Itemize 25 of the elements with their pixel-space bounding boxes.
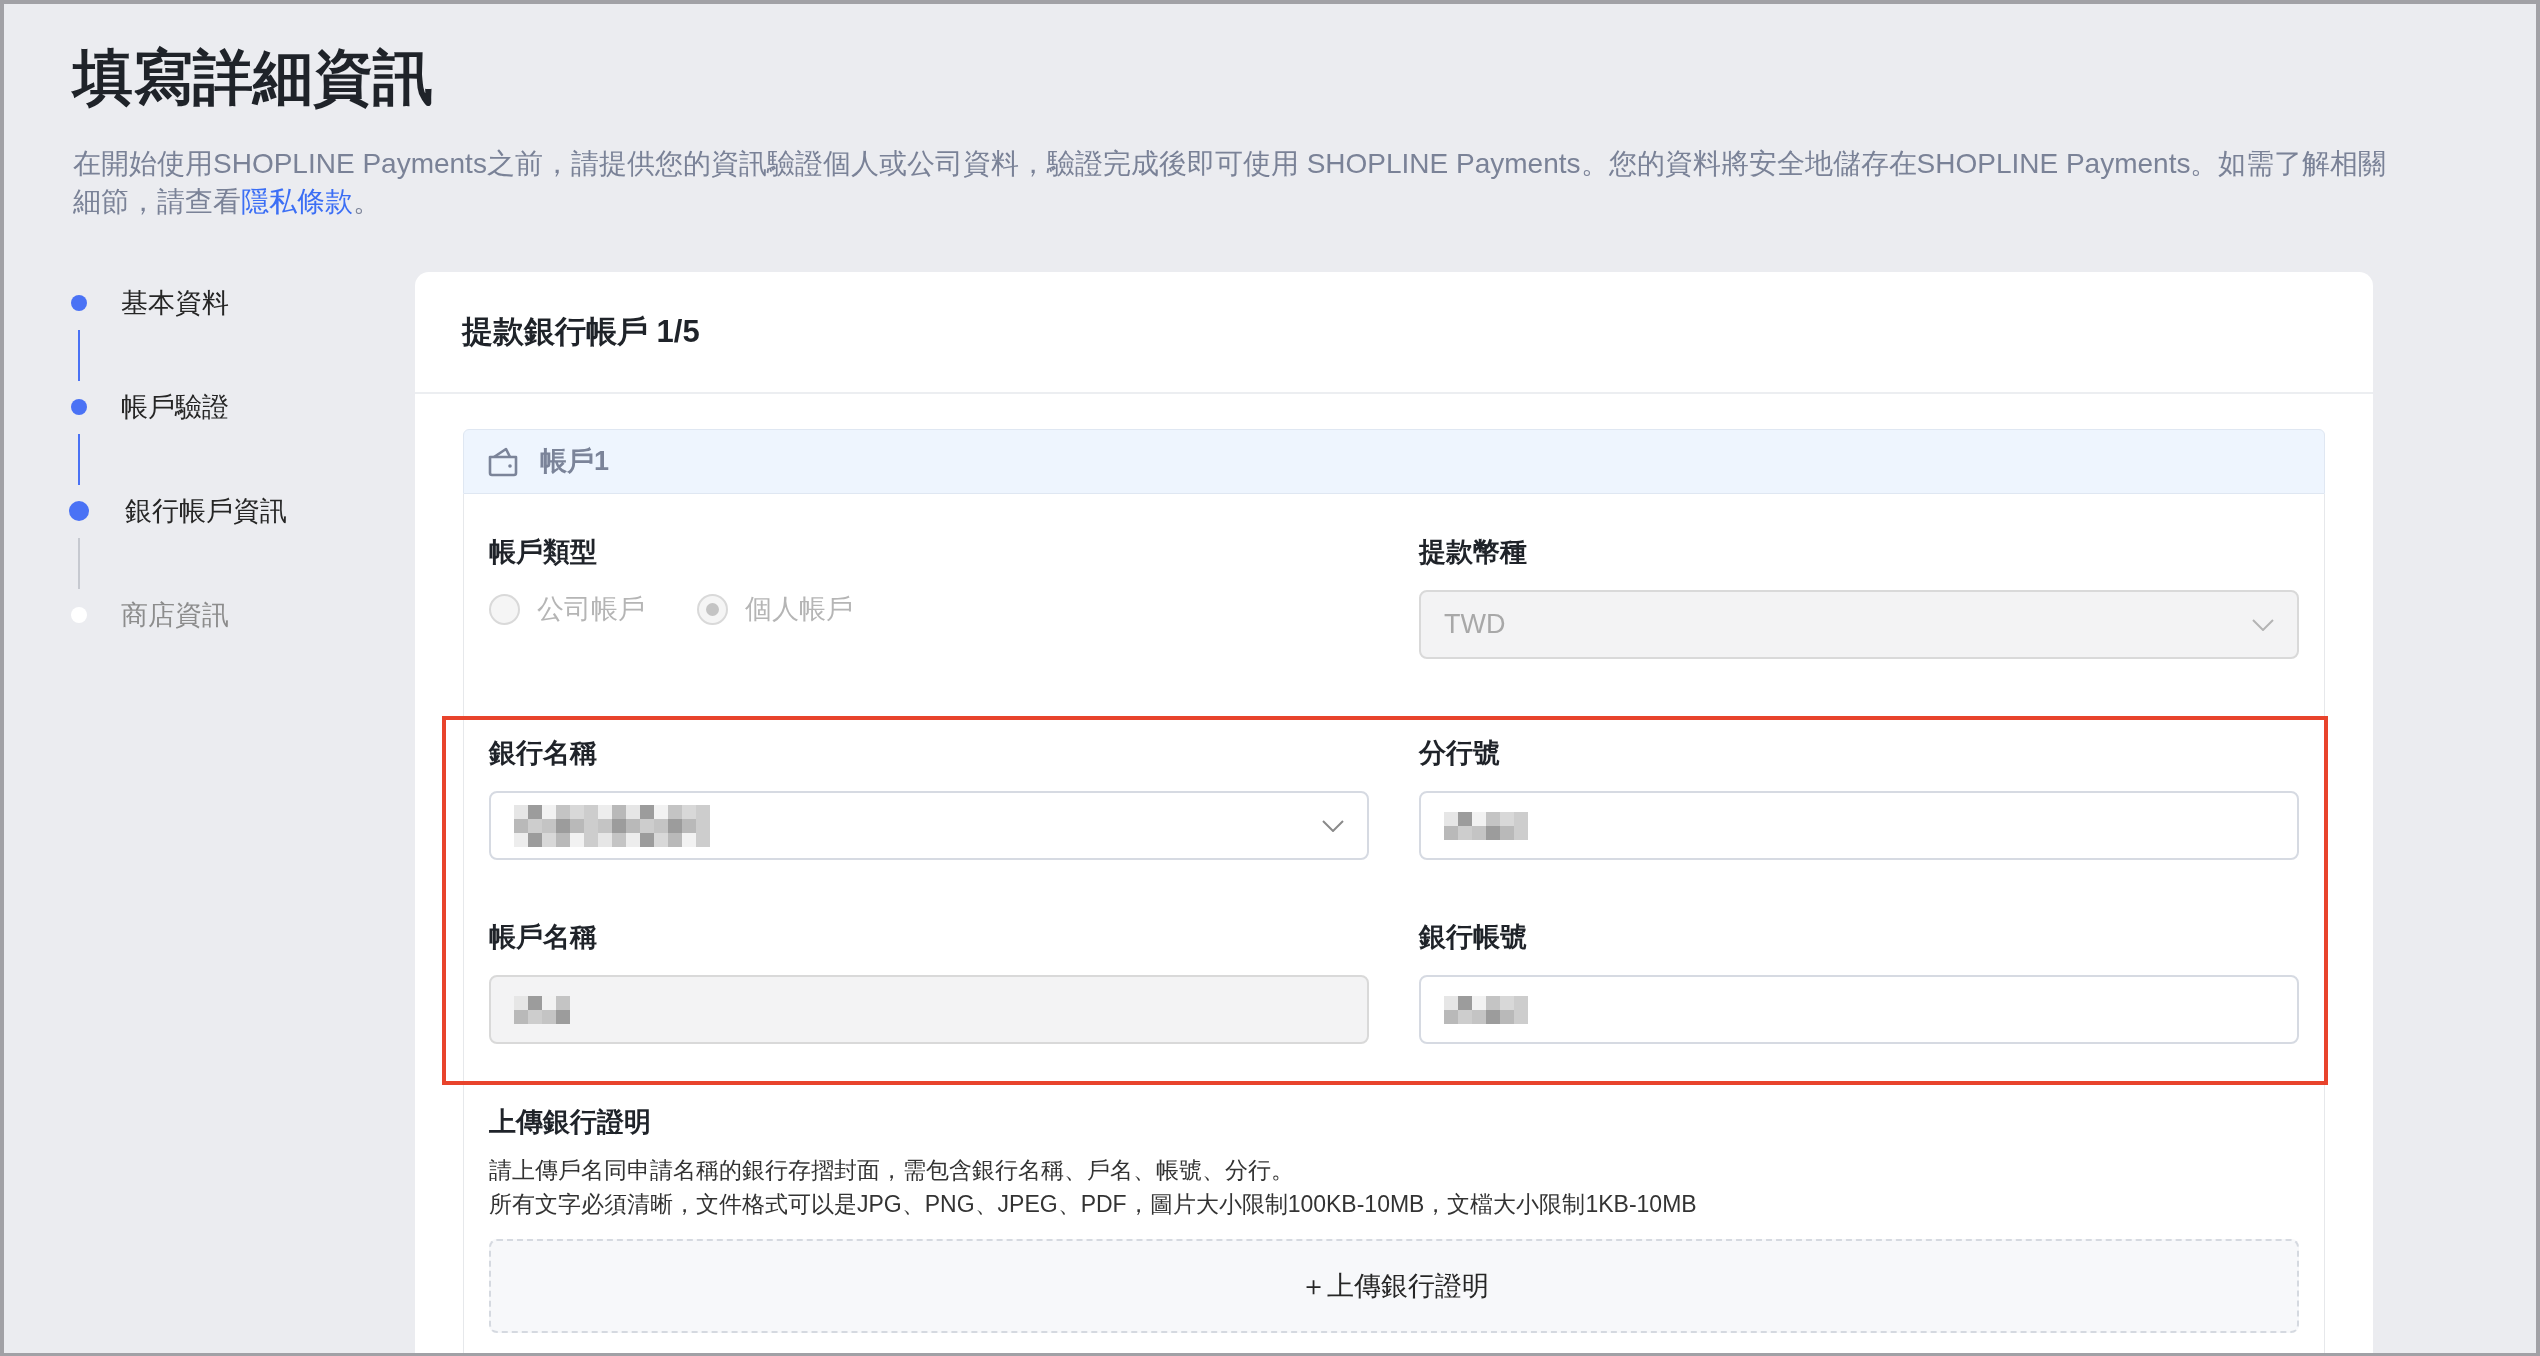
- chevron-down-icon: [2252, 618, 2274, 631]
- field-label: 銀行名稱: [489, 737, 598, 769]
- input-field[interactable]: [1419, 975, 2299, 1044]
- upload-help-text: 所有文字必須清晰，文件格式可以是JPG、PNG、JPEG、PDF，圖片大小限制100KB-10MB，文檔大小限制1KB-10MB: [489, 1190, 1698, 1219]
- page-title: 填寫詳細資訊: [73, 43, 433, 113]
- privacy-link[interactable]: 隱私條款: [241, 186, 353, 217]
- step-label: 基本資料: [121, 287, 229, 320]
- page-description: 在開始使用SHOPLINE Payments之前，請提供您的資訊驗證個人或公司資料，驗證完成後即可使用 SHOPLINE Payments。您的資料將安全地儲存在SHOPLINE Payments。如需了解相關細節，請查看隱私條款。: [73, 147, 2388, 219]
- step-label: 銀行帳戶資訊: [125, 495, 287, 528]
- card-title: 提款銀行帳戶 1/5: [462, 312, 700, 351]
- chevron-down-icon: [1322, 819, 1344, 832]
- upload-label: 上傳銀行證明: [489, 1106, 652, 1138]
- step-label: 帳戶驗證: [121, 391, 229, 424]
- upload-help-text: 請上傳戶名同申請名稱的銀行存摺封面，需包含銀行名稱、戶名、帳號、分行。: [489, 1156, 1295, 1185]
- step-label: 商店資訊: [121, 599, 229, 632]
- wallet-icon: [487, 445, 519, 478]
- field-label: 帳戶名稱: [489, 921, 598, 953]
- select-field[interactable]: [489, 791, 1369, 860]
- upload-button[interactable]: ＋上傳銀行證明: [489, 1239, 2299, 1333]
- field-label: 銀行帳號: [1419, 921, 1528, 953]
- input-field[interactable]: [1419, 791, 2299, 860]
- field-label: 帳戶類型: [489, 536, 598, 568]
- field-label: 分行號: [1419, 737, 1501, 769]
- field-label: 提款幣種: [1419, 536, 1528, 568]
- account-title: 帳戶1: [540, 445, 610, 479]
